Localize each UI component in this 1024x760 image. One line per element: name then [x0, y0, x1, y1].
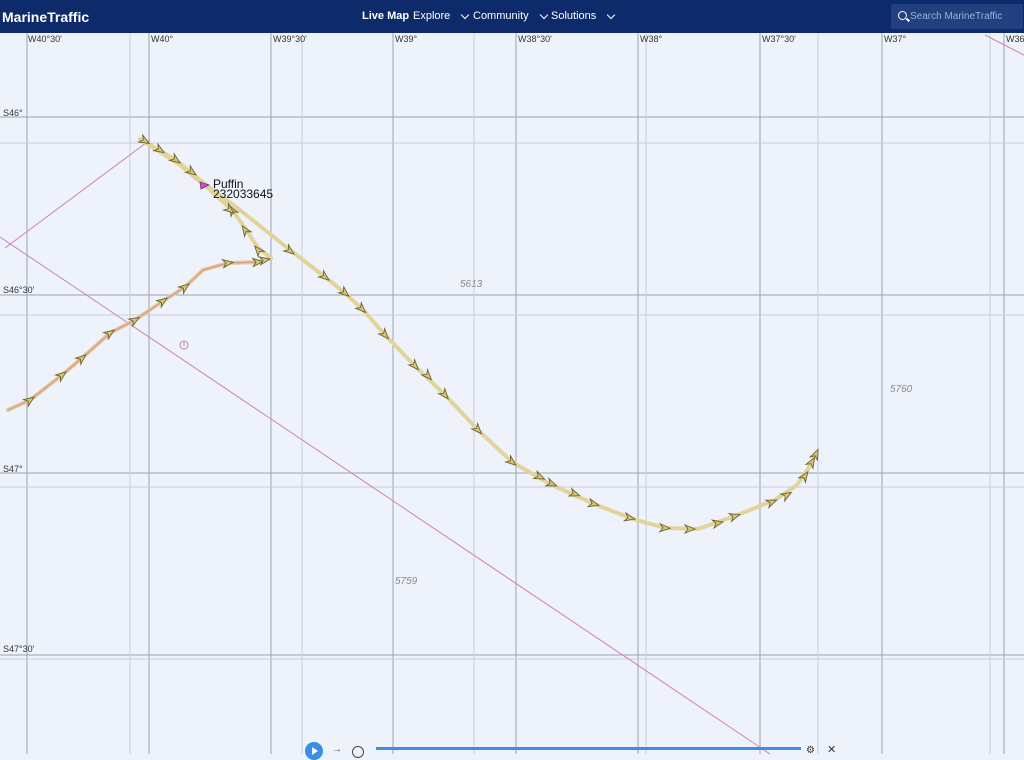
vessel-track — [6, 137, 818, 531]
nav-label: Solutions — [551, 10, 597, 22]
play-icon[interactable] — [305, 742, 323, 760]
depth-sounding: 5613 — [460, 279, 483, 290]
nav-label: Live Map — [362, 10, 410, 22]
close-icon[interactable]: ✕ — [827, 743, 836, 756]
nav-community[interactable]: Community — [473, 10, 548, 22]
map-graphics — [0, 33, 1024, 754]
longitude-label: W40°30' — [28, 34, 62, 44]
longitude-label: W37°30' — [762, 34, 796, 44]
longitude-label: W39°30' — [273, 34, 307, 44]
longitude-label: W40° — [151, 34, 174, 44]
nav-explore[interactable]: Explore — [413, 10, 470, 22]
clock-icon[interactable] — [352, 746, 364, 758]
latitude-label: S46°30' — [3, 285, 35, 295]
chevron-down-icon — [461, 10, 470, 19]
gear-icon[interactable]: ⚙ — [806, 745, 815, 756]
longitude-label: W36 — [1006, 34, 1024, 44]
nav-live-map[interactable]: Live Map — [362, 10, 409, 22]
latitude-label: S47°30' — [3, 644, 35, 654]
graticule — [0, 33, 1024, 754]
search-box[interactable] — [891, 4, 1023, 29]
nav-solutions[interactable]: Solutions — [551, 10, 616, 22]
depth-sounding: 5759 — [395, 576, 418, 587]
longitude-label: W37° — [884, 34, 907, 44]
minor-graticule — [0, 33, 1024, 754]
longitude-label: W39° — [395, 34, 418, 44]
latitude-label: S47° — [3, 464, 23, 474]
timeline-slider[interactable] — [376, 747, 801, 750]
arrow-right-icon[interactable]: → — [332, 744, 342, 755]
vessel-mmsi-label[interactable]: 232033645 — [213, 187, 273, 201]
nav-label: Community — [473, 10, 529, 22]
chevron-down-icon — [539, 10, 548, 19]
search-input[interactable] — [910, 4, 1020, 29]
longitude-label: W38°30' — [518, 34, 552, 44]
chevron-down-icon — [607, 10, 616, 19]
top-navigation-bar: MarineTraffic Live Map Explore Community… — [0, 0, 1024, 33]
brand-logo[interactable]: MarineTraffic — [2, 9, 89, 25]
search-icon — [898, 11, 907, 20]
depth-sounding: 5760 — [890, 384, 913, 395]
map-canvas[interactable] — [0, 33, 1024, 754]
latitude-label: S46° — [3, 108, 23, 118]
track-playback-bar: → ⚙ ✕ — [300, 740, 845, 760]
longitude-label: W38° — [640, 34, 663, 44]
nav-label: Explore — [413, 10, 451, 22]
